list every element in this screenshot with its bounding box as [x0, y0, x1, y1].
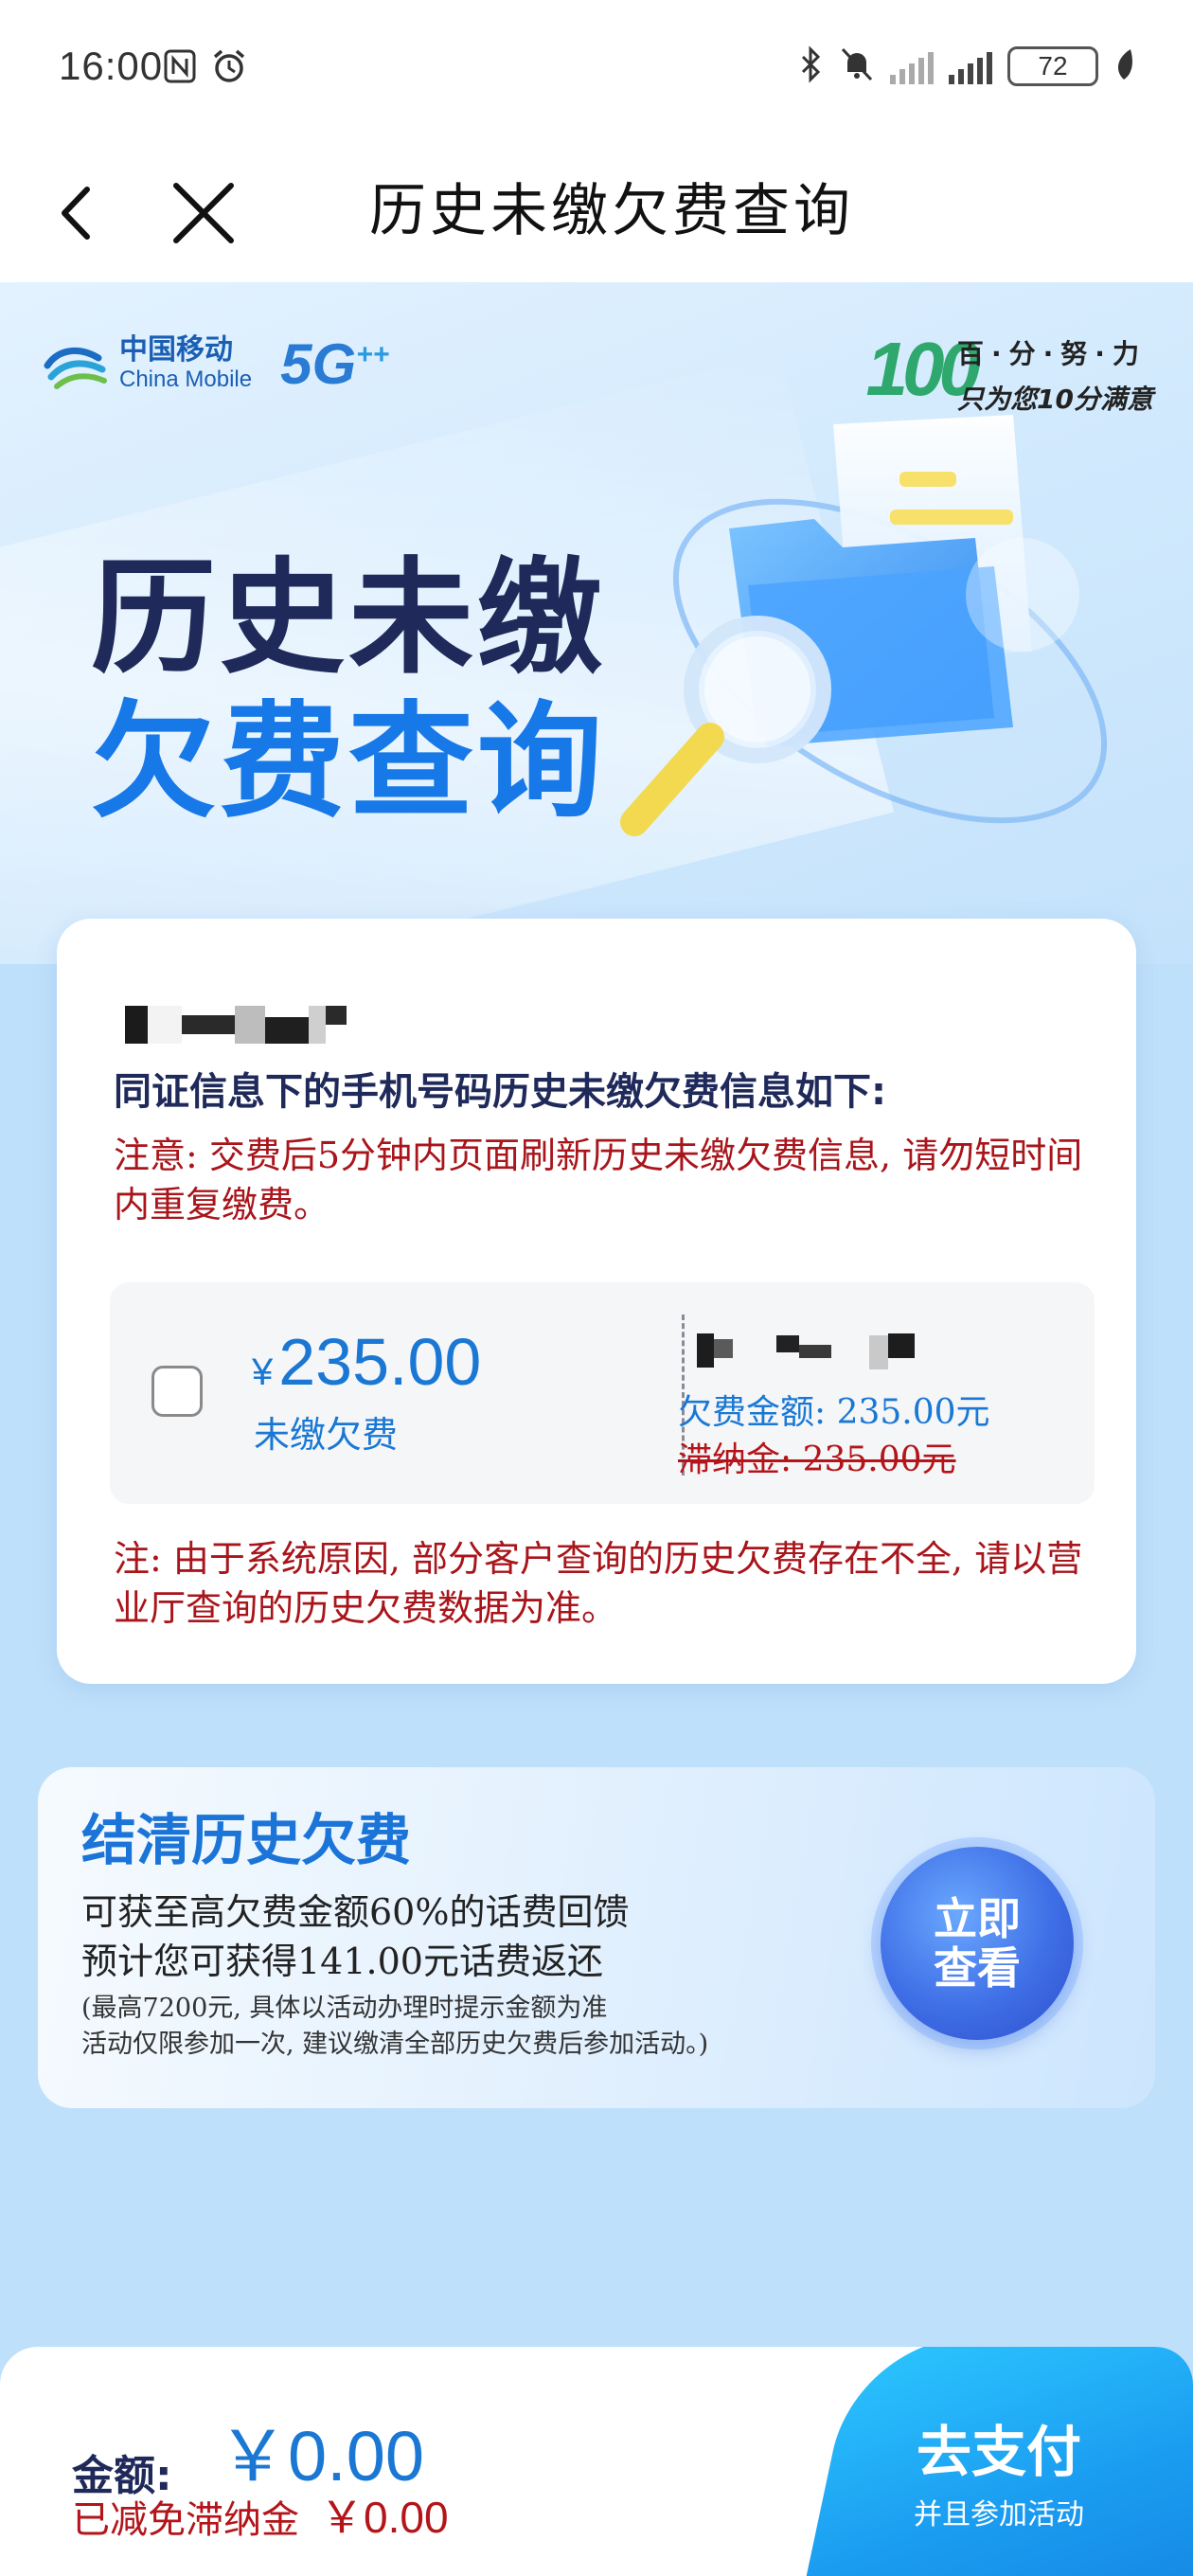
hero-title-line-2: 欠费查询	[91, 689, 606, 835]
slogan: 百·分·努·力 只为您10分满意	[957, 333, 1153, 417]
hero-banner: 中国移动 China Mobile 5G++ 100 百·分·努·力 只为您10…	[0, 282, 1193, 964]
bill-amount-value: 235.00	[278, 1325, 482, 1399]
status-time: 16:00	[59, 44, 164, 88]
signal-sim2-icon	[949, 48, 992, 84]
5g-text: 5G	[280, 331, 357, 396]
bill-fee-line: 欠费金额: 235.00元	[678, 1393, 990, 1432]
refresh-notice: 注意: 交费后5分钟内页面刷新历史未缴欠费信息, 请勿短时间内重复缴费。	[114, 1135, 1083, 1225]
chevron-left-icon	[62, 187, 90, 240]
leaf-icon	[1113, 47, 1134, 85]
bill-amount: ¥235.00	[252, 1324, 481, 1400]
5g-logo: 5G++	[280, 331, 389, 397]
bluetooth-icon	[797, 45, 824, 87]
mute-bell-icon	[839, 45, 875, 87]
discount-label: 已减免滞纳金	[72, 2498, 299, 2542]
brand-name-en: China Mobile	[119, 367, 253, 392]
pay-sub-label: 并且参加活动	[914, 2498, 1084, 2531]
arrears-card: 同证信息下的手机号码历史未缴欠费信息如下: 注意: 交费后5分钟内页面刷新历史未…	[57, 919, 1136, 1684]
status-icons-left	[163, 47, 248, 94]
china-mobile-logo: 中国移动 China Mobile 5G++	[42, 330, 389, 398]
close-icon	[173, 183, 234, 243]
status-bar: 16:00 72	[0, 0, 1193, 142]
promo-title: 结清历史欠费	[81, 1808, 412, 1872]
nav-bar: 历史未缴欠费查询	[0, 142, 1193, 282]
bill-checkbox[interactable]	[151, 1366, 203, 1417]
folder-magnifier-illustration	[620, 415, 1108, 836]
currency-symbol: ¥	[252, 1351, 274, 1393]
slogan-line-1: 百·分·努·力	[957, 338, 1147, 369]
pay-label: 去支付	[916, 2420, 1081, 2484]
bill-amount-label: 未缴欠费	[254, 1414, 399, 1456]
view-now-button[interactable]: 立即查看	[881, 1847, 1074, 2040]
pay-button-text[interactable]: 去支付 并且参加活动	[904, 2407, 1094, 2532]
page-title: 历史未缴欠费查询	[369, 178, 854, 244]
5g-plus: ++	[356, 338, 390, 370]
card-heading: 同证信息下的手机号码历史未缴欠费信息如下:	[114, 1070, 886, 1114]
promo-line-2: 预计您可获得141.00元话费返还	[81, 1941, 603, 1982]
alarm-icon	[210, 47, 248, 94]
bottom-pay-bar: 金额: ￥0.00 已减免滞纳金 ￥0.00 去支付 并且参加活动	[0, 2347, 1193, 2576]
promo-note-1: (最高7200元, 具体以活动办理时提示金额为准	[81, 1994, 608, 2023]
view-now-label: 立即查看	[934, 1893, 1021, 1994]
brand-name-cn: 中国移动	[119, 333, 233, 367]
masked-bill-account	[697, 1333, 915, 1369]
discount-value: ￥0.00	[320, 2493, 449, 2542]
battery-icon: 72	[1007, 46, 1098, 86]
promo-line-1: 可获至高欠费金额60%的话费回馈	[81, 1891, 630, 1933]
nfc-icon	[163, 47, 197, 94]
masked-phone-number	[125, 1006, 347, 1044]
promo-note-2: 活动仅限参加一次, 建议缴清全部历史欠费后参加活动。)	[81, 2030, 709, 2059]
late-fee-line: 滞纳金: 235.00元	[678, 1440, 956, 1479]
status-icons-right: 72	[797, 45, 1134, 87]
back-button[interactable]	[38, 170, 123, 256]
bill-item[interactable]: ¥235.00 未缴欠费 欠费金额: 235.00元 滞纳金: 235.00元	[110, 1282, 1095, 1504]
promo-card[interactable]: 结清历史欠费 可获至高欠费金额60%的话费回馈 预计您可获得141.00元话费返…	[38, 1767, 1155, 2108]
signal-sim1-icon	[890, 48, 934, 84]
china-mobile-icon	[44, 347, 107, 389]
data-footnote: 注: 由于系统原因, 部分客户查询的历史欠费存在不全, 请以营业厅查询的历史欠费…	[114, 1538, 1083, 1629]
close-button[interactable]	[161, 170, 246, 256]
